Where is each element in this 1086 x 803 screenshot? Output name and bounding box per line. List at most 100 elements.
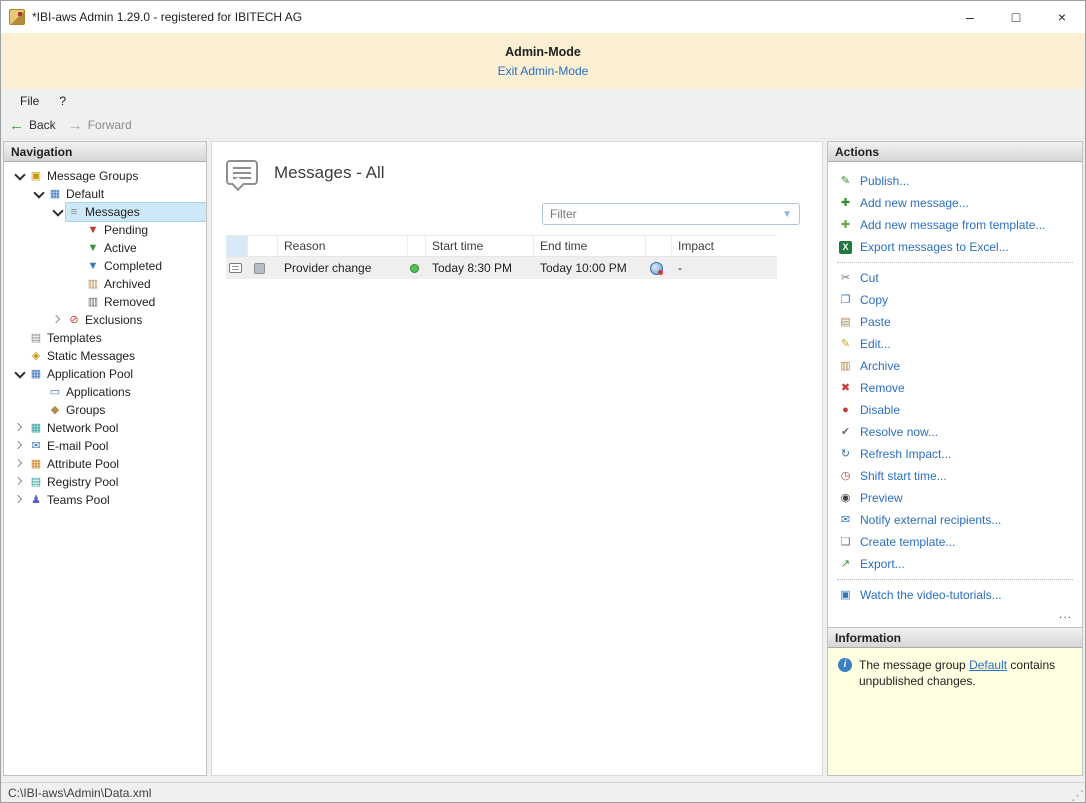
tree-item-registry-pool[interactable]: ▤Registry Pool xyxy=(4,473,206,491)
menu-file[interactable]: File xyxy=(11,91,48,111)
chevron-down-icon[interactable] xyxy=(12,366,28,382)
tree-item-message-groups[interactable]: ▣Message Groups xyxy=(4,167,206,185)
action-export-messages-to-excel[interactable]: XExport messages to Excel... xyxy=(828,236,1082,258)
cell-start-time: Today 8:30 PM xyxy=(426,261,534,275)
column-header-impact[interactable]: Impact xyxy=(672,236,777,256)
refresh-arrows-icon: ↻ xyxy=(838,447,853,462)
actions-header: Actions xyxy=(828,142,1082,162)
tree-item-active[interactable]: ▼Active xyxy=(4,239,206,257)
actions-panel: Actions ✎Publish... ✚Add new message... … xyxy=(827,141,1083,628)
main-content-panel: Messages - All ▼ Reason Start time End t… xyxy=(211,141,823,776)
action-resolve-now[interactable]: ✔Resolve now... xyxy=(828,421,1082,443)
page-title: Messages - All xyxy=(274,163,385,183)
action-preview[interactable]: ◉Preview xyxy=(828,487,1082,509)
information-body: i The message group Default contains unp… xyxy=(828,648,1082,698)
people-icon: ♟ xyxy=(28,492,44,508)
action-archive[interactable]: ▥Archive xyxy=(828,355,1082,377)
tree-item-completed[interactable]: ▼Completed xyxy=(4,257,206,275)
tree-item-exclusions[interactable]: ⊘Exclusions xyxy=(4,311,206,329)
tree-item-network-pool[interactable]: ▦Network Pool xyxy=(4,419,206,437)
column-header-status[interactable] xyxy=(408,236,426,256)
tree-item-default[interactable]: ▦Default xyxy=(4,185,206,203)
menu-help[interactable]: ? xyxy=(50,91,75,111)
actions-separator xyxy=(837,262,1073,263)
chevron-right-icon[interactable] xyxy=(50,312,66,328)
column-header-start-time[interactable]: Start time xyxy=(426,236,534,256)
tree-item-pending[interactable]: ▼Pending xyxy=(4,221,206,239)
action-shift-start-time[interactable]: ◷Shift start time... xyxy=(828,465,1082,487)
toolbar: ← Back → Forward xyxy=(1,112,1085,139)
tree-item-application-pool[interactable]: ▦Application Pool xyxy=(4,365,206,383)
filter-funnel-icon[interactable]: ▼ xyxy=(782,209,792,220)
tree-item-email-pool[interactable]: ✉E-mail Pool xyxy=(4,437,206,455)
table-row[interactable]: Provider change Today 8:30 PM Today 10:0… xyxy=(226,257,777,279)
tree-item-teams-pool[interactable]: ♟Teams Pool xyxy=(4,491,206,509)
action-remove[interactable]: ✖Remove xyxy=(828,377,1082,399)
column-header-end-time[interactable]: End time xyxy=(534,236,646,256)
filter-input[interactable] xyxy=(550,207,782,221)
cell-impact: - xyxy=(672,261,777,275)
column-header-impact-icon[interactable] xyxy=(646,236,672,256)
maximize-button[interactable]: □ xyxy=(993,1,1039,33)
impact-globe-icon xyxy=(650,262,663,275)
tree-item-archived[interactable]: ▥Archived xyxy=(4,275,206,293)
action-create-template[interactable]: ❏Create template... xyxy=(828,531,1082,553)
template-page-icon: ❏ xyxy=(838,535,853,550)
action-disable[interactable]: ●Disable xyxy=(828,399,1082,421)
filter-row: ▼ xyxy=(226,203,800,225)
tree-item-groups[interactable]: ◆Groups xyxy=(4,401,206,419)
resize-grip-icon[interactable]: ⋰ xyxy=(1071,789,1084,802)
action-publish[interactable]: ✎Publish... xyxy=(828,170,1082,192)
tree-item-attribute-pool[interactable]: ▦Attribute Pool xyxy=(4,455,206,473)
chevron-right-icon[interactable] xyxy=(12,420,28,436)
close-button[interactable]: × xyxy=(1039,1,1085,33)
title-bar: *IBI-aws Admin 1.29.0 - registered for I… xyxy=(1,1,1085,33)
tree-item-templates[interactable]: ▤Templates xyxy=(4,329,206,347)
chevron-down-icon[interactable] xyxy=(50,204,66,220)
back-arrow-icon: ← xyxy=(9,118,24,133)
action-edit[interactable]: ✎Edit... xyxy=(828,333,1082,355)
chevron-right-icon[interactable] xyxy=(12,492,28,508)
forward-button[interactable]: → Forward xyxy=(68,118,132,133)
action-cut[interactable]: ✂Cut xyxy=(828,267,1082,289)
chevron-spacer xyxy=(69,276,85,292)
tree-item-applications[interactable]: ▭Applications xyxy=(4,383,206,401)
column-header-spacer[interactable] xyxy=(248,236,278,256)
chevron-right-icon[interactable] xyxy=(12,474,28,490)
minimize-button[interactable]: – xyxy=(947,1,993,33)
plus-template-icon: ✚ xyxy=(838,218,853,233)
action-copy[interactable]: ❐Copy xyxy=(828,289,1082,311)
tv-icon: ▣ xyxy=(838,588,853,603)
column-header-reason[interactable]: Reason xyxy=(278,236,408,256)
admin-mode-banner: Admin-Mode Exit Admin-Mode xyxy=(1,33,1085,89)
action-add-new-message[interactable]: ✚Add new message... xyxy=(828,192,1082,214)
navigation-tree: ▣Message Groups ▦Default ≡Messages ▼Pend… xyxy=(4,162,206,775)
action-refresh-impact[interactable]: ↻Refresh Impact... xyxy=(828,443,1082,465)
tree-item-messages[interactable]: ≡Messages xyxy=(4,203,206,221)
back-button[interactable]: ← Back xyxy=(9,118,56,133)
chevron-right-icon[interactable] xyxy=(12,438,28,454)
cell-reason: Provider change xyxy=(278,261,408,275)
action-add-new-message-from-template[interactable]: ✚Add new message from template... xyxy=(828,214,1082,236)
information-panel: Information i The message group Default … xyxy=(827,628,1083,776)
chevron-down-icon[interactable] xyxy=(31,186,47,202)
default-group-link[interactable]: Default xyxy=(969,658,1007,672)
chevron-right-icon[interactable] xyxy=(12,456,28,472)
tree-item-removed[interactable]: ▥Removed xyxy=(4,293,206,311)
action-notify-external-recipients[interactable]: ✉Notify external recipients... xyxy=(828,509,1082,531)
workspace: Navigation ▣Message Groups ▦Default ≡Mes… xyxy=(1,139,1085,782)
chevron-down-icon[interactable] xyxy=(12,168,28,184)
actions-overflow-button[interactable]: ... xyxy=(828,607,1082,623)
actions-separator xyxy=(837,579,1073,580)
action-watch-video-tutorials[interactable]: ▣Watch the video-tutorials... xyxy=(828,584,1082,606)
action-paste[interactable]: ▤Paste xyxy=(828,311,1082,333)
disable-circle-icon: ● xyxy=(838,403,853,418)
exit-admin-mode-link[interactable]: Exit Admin-Mode xyxy=(498,64,589,78)
chevron-spacer xyxy=(31,384,47,400)
main-header: Messages - All xyxy=(226,160,808,185)
tree-item-static-messages[interactable]: ◈Static Messages xyxy=(4,347,206,365)
message-type-icon xyxy=(254,263,265,274)
column-header-icon[interactable] xyxy=(226,236,248,256)
action-export[interactable]: ↗Export... xyxy=(828,553,1082,575)
scissors-icon: ✂ xyxy=(838,271,853,286)
